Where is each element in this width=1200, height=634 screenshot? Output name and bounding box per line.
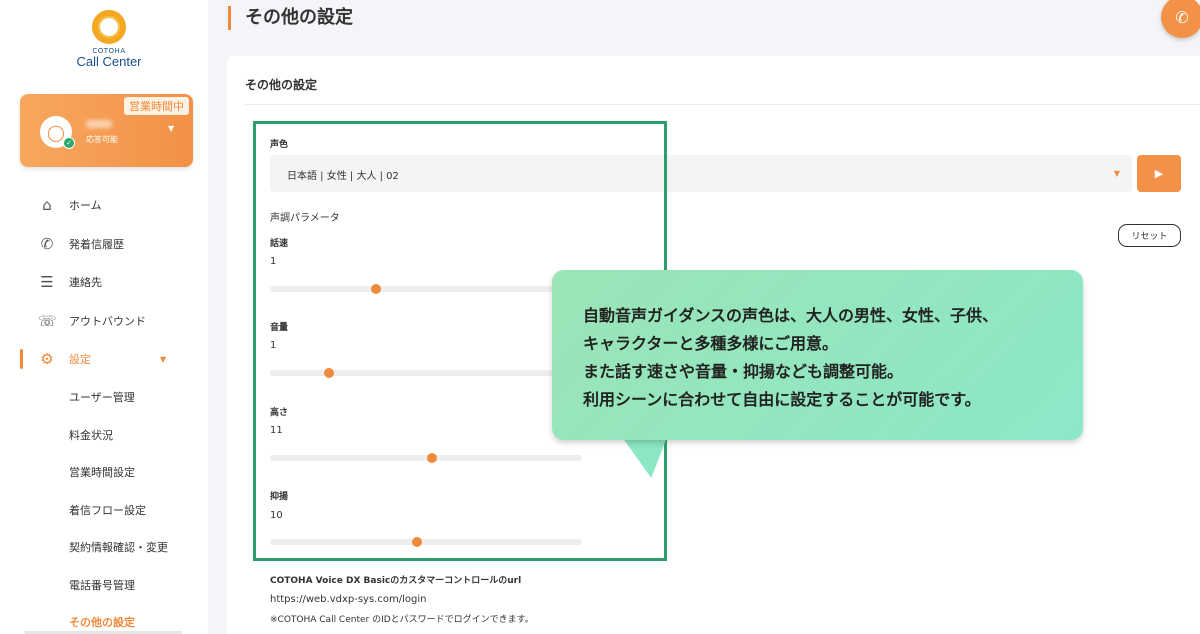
status-badge: 営業時間中 (124, 97, 189, 115)
sidebar-item-label: 設定 (69, 353, 91, 367)
chevron-down-icon[interactable]: ▼ (168, 124, 174, 133)
card-title: その他の設定 (245, 78, 318, 92)
sidebar-item-call-history[interactable]: ✆ 発着信履歴 (0, 225, 208, 264)
sidebar-item-label: 連絡先 (69, 276, 102, 290)
logo-big-text: Call Center (76, 54, 142, 69)
sidebar-item-label: アウトバウンド (69, 314, 146, 328)
sidebar-item-contacts[interactable]: ☰ 連絡先 (0, 263, 208, 302)
availability-status: 応答可能 (86, 135, 118, 144)
chevron-down-icon: ▼ (160, 354, 167, 364)
outbound-icon: ☏ (38, 311, 57, 330)
sidebar-sub-user-management[interactable]: ユーザー管理 (0, 379, 208, 417)
logo-ring-icon (92, 10, 126, 44)
sidebar-item-outbound[interactable]: ☏ アウトバウンド (0, 302, 208, 341)
sidebar-sub-phone-numbers[interactable]: 電話番号管理 (0, 566, 208, 604)
sidebar-item-settings[interactable]: ⚙ 設定 ▼ (0, 340, 208, 379)
sidebar-item-home[interactable]: ⌂ ホーム (0, 186, 208, 225)
sidebar-sub-billing[interactable]: 料金状況 (0, 416, 208, 454)
sidebar-sub-contract-info[interactable]: 契約情報確認・変更 (0, 529, 208, 567)
reset-button[interactable]: リセット (1118, 224, 1181, 247)
callout-line: 自動音声ガイダンスの声色は、大人の男性、女性、子供、 (583, 306, 999, 325)
gear-icon: ⚙ (40, 350, 54, 369)
user-icon: ◯ (47, 122, 65, 142)
phone-history-icon: ✆ (40, 234, 54, 253)
login-url-link[interactable]: https://web.vdxp-sys.com/login (270, 594, 426, 605)
phone-icon: ✆ (1175, 7, 1189, 27)
page-title: その他の設定 (228, 6, 353, 30)
callout-text: 自動音声ガイダンスの声色は、大人の男性、女性、子供、 キャラクターと多種多様にご… (583, 302, 998, 414)
sidebar-sub-incoming-flow[interactable]: 着信フロー設定 (0, 491, 208, 529)
cotoha-logo[interactable]: COTOHA Call Center (64, 10, 154, 70)
home-icon: ⌂ (42, 196, 52, 215)
explanation-callout: 自動音声ガイダンスの声色は、大人の男性、女性、子供、 キャラクターと多種多様にご… (552, 270, 1083, 440)
check-icon: ✓ (63, 137, 75, 149)
sidebar-nav: ⌂ ホーム ✆ 発着信履歴 ☰ 連絡先 ☏ アウトバウンド ⚙ 設定 ▼ ユーザ… (0, 186, 208, 634)
sidebar-item-label: 発着信履歴 (69, 237, 124, 251)
callout-line: 利用シーンに合わせて自由に設定することが可能です。 (583, 390, 981, 409)
callout-line: キャラクターと多種多様にご用意。 (583, 334, 839, 353)
play-button[interactable]: ▶ (1137, 155, 1181, 192)
url-note: ※COTOHA Call Center のIDとパスワードでログインできます。 (270, 615, 534, 625)
play-icon: ▶ (1154, 167, 1164, 180)
user-status-card[interactable]: 営業時間中 ◯ ✓ 応答可能 ▼ (20, 94, 193, 167)
card-divider (245, 104, 1200, 105)
sidebar-item-label: ホーム (69, 199, 102, 213)
phone-fab-button[interactable]: ✆ (1161, 0, 1200, 38)
callout-line: また話す速さや音量・抑揚なども調整可能。 (583, 362, 904, 381)
sidebar-sub-other-settings[interactable]: その他の設定 (0, 604, 208, 634)
chevron-down-icon: ▼ (1113, 169, 1120, 178)
user-name-blurred (86, 120, 112, 128)
contacts-icon: ☰ (40, 273, 54, 292)
url-title: COTOHA Voice DX Basicのカスタマーコントロールのurl (270, 576, 522, 586)
sidebar-sub-business-hours[interactable]: 営業時間設定 (0, 454, 208, 492)
sidebar: COTOHA Call Center 営業時間中 ◯ ✓ 応答可能 ▼ ⌂ ホー… (0, 0, 208, 634)
